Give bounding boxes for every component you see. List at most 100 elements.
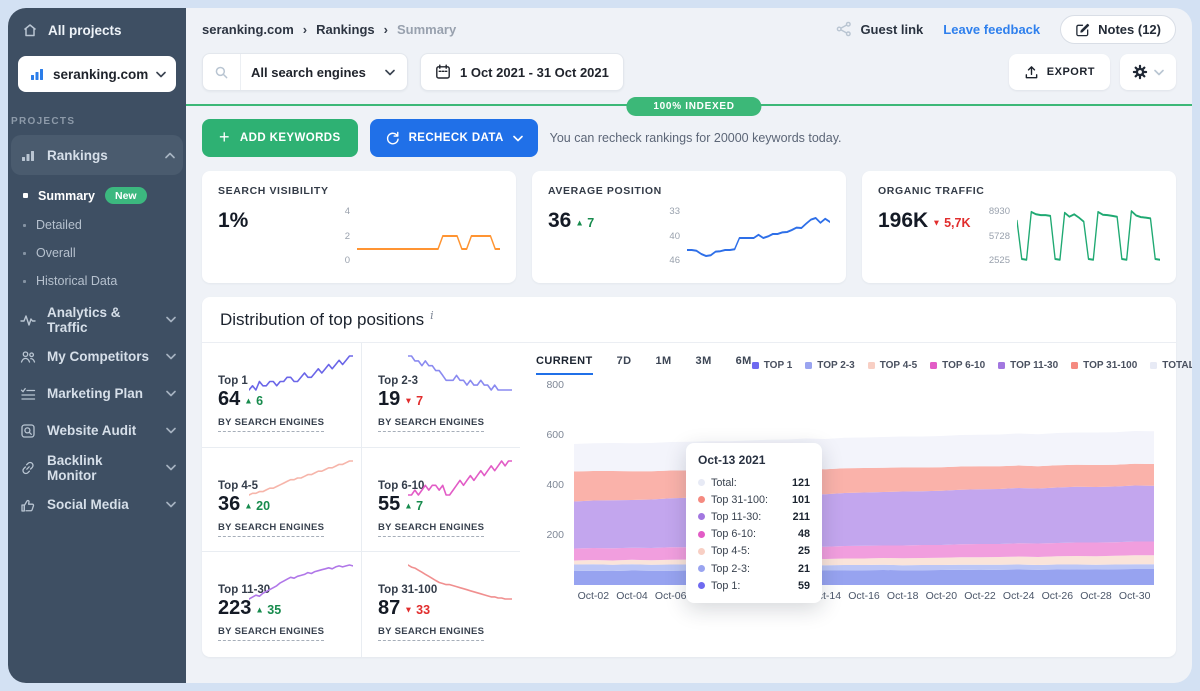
dist-card-top-2-3: Top 2-319▼ 7BY SEARCH ENGINES [361, 343, 520, 448]
tooltip-row-top-4-5: Top 4-5:25 [698, 543, 810, 560]
legend-item-top-4-5[interactable]: TOP 4-5 [868, 360, 917, 371]
sidebar-item-marketing-plan[interactable]: Marketing Plan [8, 375, 186, 412]
metric-sparkline: 893057282525 [978, 205, 1160, 267]
x-tick-label: Oct-24 [1003, 590, 1035, 602]
guest-link-button[interactable]: Guest link [836, 21, 923, 37]
tab-6m[interactable]: 6M [736, 355, 752, 375]
legend-item-top-6-10[interactable]: TOP 6-10 [930, 360, 985, 371]
sidebar-item-analytics-traffic[interactable]: Analytics & Traffic [8, 301, 186, 338]
tab-7d[interactable]: 7D [617, 355, 632, 375]
metric-title: ORGANIC TRAFFIC [878, 185, 1160, 197]
arrow-up-icon: ▲ [575, 218, 583, 228]
subitem-label: Detailed [36, 218, 82, 232]
tooltip-row-label: Top 31-100: [711, 494, 768, 506]
metric-title: AVERAGE POSITION [548, 185, 830, 197]
sidebar-item-rankings[interactable]: Rankings [11, 135, 183, 175]
tooltip-row-top-31-100: Top 31-100:101 [698, 491, 810, 508]
metric-body: 36▲ 7334046 [548, 205, 830, 267]
sparkline-svg [1017, 205, 1160, 267]
tooltip-series-dot [698, 582, 705, 589]
share-icon [836, 21, 852, 37]
tooltip-row-value: 21 [798, 563, 810, 575]
leave-feedback-link[interactable]: Leave feedback [943, 22, 1040, 37]
area-series-top-1 [574, 569, 1154, 585]
y-tick-label: 200 [546, 529, 564, 541]
dist-card-top-11-30: Top 11-30223▲ 35BY SEARCH ENGINES [202, 552, 361, 657]
project-chart-icon [29, 66, 45, 82]
new-badge: New [105, 187, 147, 204]
tab-1m[interactable]: 1M [655, 355, 671, 375]
gear-icon [1132, 64, 1148, 80]
dist-sparkline-svg [408, 351, 512, 395]
arrow-down-icon: ▼ [932, 218, 940, 228]
legend-item-top-31-100[interactable]: TOP 31-100 [1071, 360, 1137, 371]
search-engine-select[interactable]: All search engines [202, 53, 408, 91]
sidebar-item-label: Marketing Plan [47, 386, 143, 401]
metric-value-block: 1% [218, 205, 318, 233]
sidebar-item-website-audit[interactable]: Website Audit [8, 412, 186, 449]
x-tick-label: Oct-22 [964, 590, 996, 602]
period-tabs: CURRENT 7D 1M 3M 6M [536, 355, 752, 375]
legend-label: TOP 1 [764, 360, 793, 371]
settings-button[interactable] [1120, 54, 1176, 90]
dist-card-top-6-10: Top 6-1055▲ 7BY SEARCH ENGINES [361, 448, 520, 553]
by-search-engines-link[interactable]: BY SEARCH ENGINES [218, 522, 324, 537]
chevron-down-icon [166, 501, 176, 508]
stacked-area-plot[interactable]: Oct-13 2021 Total:121Top 31-100:101Top 1… [574, 385, 1154, 585]
recheck-data-button[interactable]: RECHECK DATA [370, 119, 538, 157]
export-button[interactable]: EXPORT [1009, 54, 1110, 90]
dist-sparkline-svg [249, 351, 353, 395]
info-icon[interactable]: i [430, 309, 434, 322]
metric-card-search-visibility: SEARCH VISIBILITY1%420 [202, 171, 516, 283]
tooltip-row-label: Top 11-30: [711, 511, 761, 523]
notes-button[interactable]: Notes (12) [1060, 15, 1176, 44]
by-search-engines-link[interactable]: BY SEARCH ENGINES [378, 417, 484, 432]
by-search-engines-link[interactable]: BY SEARCH ENGINES [218, 417, 324, 432]
y-tick-label: 5728 [989, 231, 1010, 242]
by-search-engines-link[interactable]: BY SEARCH ENGINES [378, 626, 484, 641]
chevron-up-icon [165, 152, 175, 159]
tab-3m[interactable]: 3M [696, 355, 712, 375]
sidebar-item-social-media[interactable]: Social Media [8, 486, 186, 523]
sidebar-subitem-summary[interactable]: SummaryNew [8, 180, 186, 211]
legend-item-top-2-3[interactable]: TOP 2-3 [805, 360, 854, 371]
y-tick-label: 2 [345, 231, 350, 242]
sidebar-item-my-competitors[interactable]: My Competitors [8, 338, 186, 375]
topbar-actions: Guest link Leave feedback Notes (12) [836, 15, 1176, 44]
sidebar-item-backlink-monitor[interactable]: Backlink Monitor [8, 449, 186, 486]
chevron-down-icon [1154, 69, 1164, 76]
breadcrumb-item-seranking-com[interactable]: seranking.com [202, 22, 294, 37]
x-axis-labels: Oct-02Oct-04Oct-06Oct-08Oct-10Oct-12Oct-… [574, 585, 1154, 607]
legend-item-top-1[interactable]: TOP 1 [752, 360, 793, 371]
add-keywords-button[interactable]: + ADD KEYWORDS [202, 119, 358, 157]
x-tick-label: Oct-26 [1042, 590, 1074, 602]
arrow-down-icon: ▼ [404, 605, 412, 615]
y-tick-label: 800 [546, 379, 564, 391]
chart-controls: CURRENT 7D 1M 3M 6M TOP 1 TOP 2-3 TOP 4-5 TOP 6… [536, 355, 1154, 375]
date-range-picker[interactable]: 1 Oct 2021 - 31 Oct 2021 [420, 53, 624, 91]
sidebar-subitem-historical-data[interactable]: Historical Data [8, 267, 186, 295]
date-range-value: 1 Oct 2021 - 31 Oct 2021 [460, 65, 609, 80]
project-selector[interactable]: seranking.com [18, 56, 176, 92]
recheck-data-label: RECHECK DATA [409, 132, 504, 144]
marketing-plan-icon [20, 386, 36, 402]
legend-item-top-11-30[interactable]: TOP 11-30 [998, 360, 1058, 371]
tooltip-row-value: 59 [798, 580, 810, 592]
y-tick-label: 600 [546, 429, 564, 441]
by-search-engines-link[interactable]: BY SEARCH ENGINES [378, 522, 484, 537]
tab-current[interactable]: CURRENT [536, 355, 593, 375]
legend-item-total[interactable]: TOTAL [1150, 360, 1192, 371]
project-name: seranking.com [53, 67, 148, 82]
legend-label: TOP 2-3 [817, 360, 854, 371]
metric-sparkline: 420 [318, 205, 500, 267]
y-tick-label: 400 [546, 479, 564, 491]
all-projects-link[interactable]: All projects [8, 8, 186, 52]
sidebar-subitem-overall[interactable]: Overall [8, 239, 186, 267]
x-tick-label: Oct-16 [848, 590, 880, 602]
y-axis-labels: 800600400200 [536, 385, 574, 585]
chevron-down-icon [513, 135, 523, 142]
dist-card-delta: ▲ 7 [404, 499, 423, 513]
by-search-engines-link[interactable]: BY SEARCH ENGINES [218, 626, 324, 641]
breadcrumb-item-rankings[interactable]: Rankings [316, 22, 375, 37]
sidebar-subitem-detailed[interactable]: Detailed [8, 211, 186, 239]
